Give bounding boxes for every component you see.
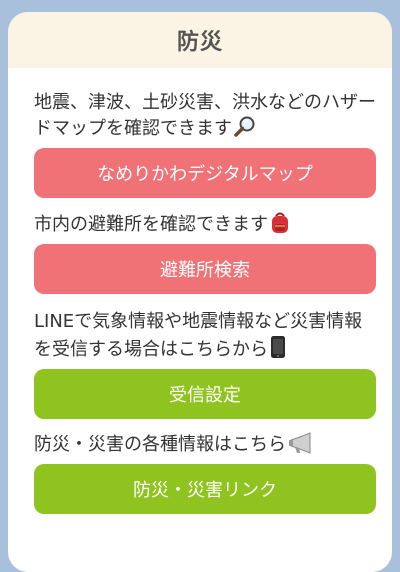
shelter-section: 市内の避難所を確認できます 避難所検索 bbox=[34, 212, 376, 294]
mobile-phone-icon bbox=[270, 335, 286, 367]
links-description: 防災・災害の各種情報はこちら bbox=[34, 432, 376, 462]
card-title: 防災 bbox=[176, 30, 223, 55]
digital-map-button[interactable]: なめりかわデジタルマップ bbox=[34, 148, 376, 198]
shelter-description: 市内の避難所を確認できます bbox=[34, 212, 376, 242]
hazard-map-description: 地震、津波、土砂災害、洪水などのハザードマップを確認できます bbox=[34, 90, 376, 146]
magnifier-icon bbox=[234, 116, 258, 146]
backpack-icon bbox=[270, 212, 290, 242]
hazard-map-section: 地震、津波、土砂災害、洪水などのハザードマップを確認できます なめりかわデジタル… bbox=[34, 90, 376, 198]
disaster-prevention-card: 防災 地震、津波、土砂災害、洪水などのハザードマップを確認できます なめりかわデ… bbox=[8, 12, 392, 572]
receive-settings-button[interactable]: 受信設定 bbox=[34, 369, 376, 419]
shelter-search-button[interactable]: 避難所検索 bbox=[34, 244, 376, 294]
disaster-links-button[interactable]: 防災・災害リンク bbox=[34, 464, 376, 514]
notification-description: LINEで気象情報や地震情報など災害情報を受信する場合はこちらから bbox=[34, 309, 376, 367]
megaphone-icon bbox=[288, 432, 314, 462]
card-header: 防災 bbox=[8, 12, 392, 68]
notification-section: LINEで気象情報や地震情報など災害情報を受信する場合はこちらから 受信設定 bbox=[34, 309, 376, 419]
links-section: 防災・災害の各種情報はこちら 防災・災害リンク bbox=[34, 432, 376, 514]
